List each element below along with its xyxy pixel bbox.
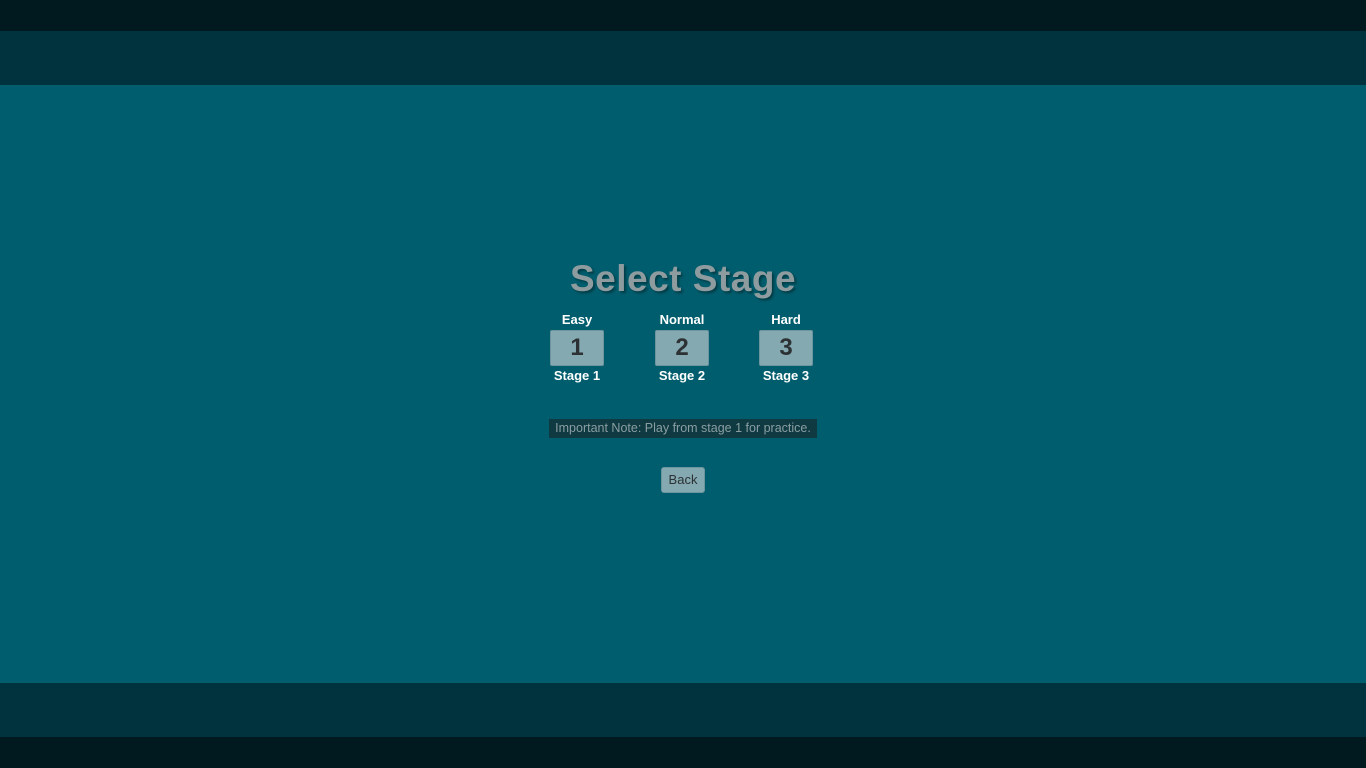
page-title: Select Stage [569,258,797,299]
stage-label: Stage 3 [762,368,810,383]
difficulty-label: Normal [659,312,705,327]
back-button[interactable]: Back [661,467,705,493]
stage-3-button[interactable]: 3 [759,330,813,366]
difficulty-label: Easy [561,312,593,327]
important-note: Important Note: Play from stage 1 for pr… [549,419,817,438]
bottom-outer-band [0,737,1366,768]
top-outer-band [0,0,1366,31]
stage-1-button[interactable]: 1 [550,330,604,366]
stage-column-2: Normal 2 Stage 2 [632,311,732,385]
stage-column-1: Easy 1 Stage 1 [527,311,627,385]
top-inner-band [0,31,1366,85]
stage-label: Stage 2 [658,368,706,383]
stage-2-button[interactable]: 2 [655,330,709,366]
stage-column-3: Hard 3 Stage 3 [736,311,836,385]
stage-label: Stage 1 [553,368,601,383]
bottom-inner-band [0,683,1366,737]
difficulty-label: Hard [771,312,801,327]
